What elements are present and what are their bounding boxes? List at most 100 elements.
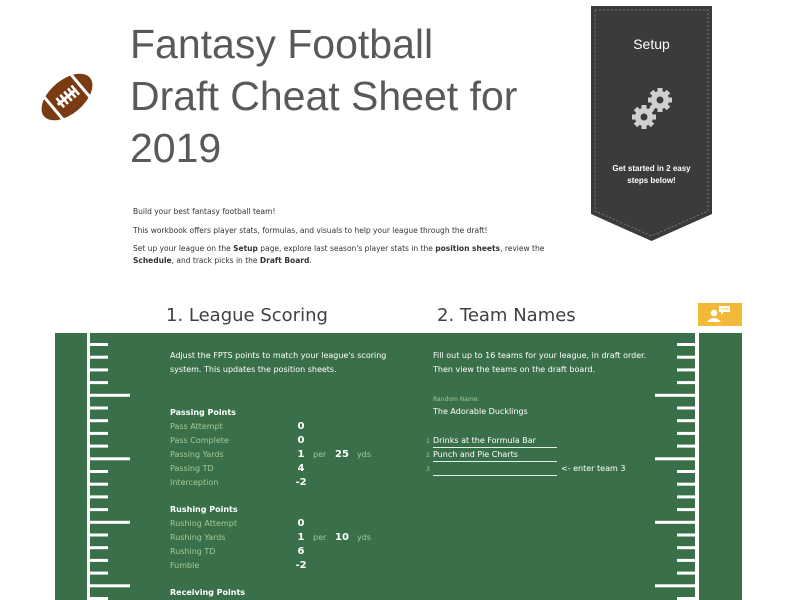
yard-tick bbox=[655, 520, 695, 524]
yard-tick bbox=[90, 343, 108, 346]
team-names-heading: 2. Team Names bbox=[437, 305, 576, 326]
banner-title: Setup bbox=[633, 36, 670, 52]
yard-tick bbox=[90, 419, 108, 423]
league-scoring-heading: 1. League Scoring bbox=[166, 305, 328, 326]
yard-tick bbox=[90, 470, 108, 473]
title-line: Fantasy Football bbox=[130, 21, 434, 67]
page-title: Fantasy Football Draft Cheat Sheet for 2… bbox=[130, 18, 517, 174]
text: , review the bbox=[500, 244, 545, 253]
yard-tick bbox=[90, 381, 108, 385]
yard-tick bbox=[655, 457, 695, 461]
enter-team-hint: <- enter team 3 bbox=[561, 464, 626, 473]
text: steps below! bbox=[627, 176, 676, 185]
yard-tick bbox=[90, 406, 108, 410]
scoring-value-input[interactable]: -2 bbox=[286, 560, 316, 571]
yard-tick bbox=[90, 520, 130, 524]
yard-tick bbox=[90, 482, 108, 486]
yard-tick bbox=[655, 393, 695, 397]
text: . bbox=[309, 256, 312, 265]
scoring-value-input[interactable]: 0 bbox=[286, 421, 316, 432]
yard-tick bbox=[90, 533, 108, 537]
per-label: per bbox=[313, 450, 327, 459]
scoring-value-input[interactable]: 0 bbox=[286, 435, 316, 446]
title-line: Draft Cheat Sheet for bbox=[130, 73, 518, 119]
text: Set up your league on the bbox=[133, 244, 234, 253]
text: Get started in 2 easy bbox=[612, 164, 691, 173]
yard-tick bbox=[90, 368, 108, 372]
yard-tick bbox=[90, 393, 130, 397]
yard-tick bbox=[677, 343, 695, 346]
yard-tick bbox=[90, 444, 108, 448]
scoring-value-input[interactable]: 6 bbox=[286, 546, 316, 557]
per-label: per bbox=[313, 533, 327, 542]
team-name-input[interactable]: Drinks at the Formula Bar bbox=[433, 434, 557, 448]
yard-tick bbox=[677, 431, 695, 435]
yard-tick bbox=[677, 495, 695, 499]
text: Fill out up to 16 teams for your league,… bbox=[433, 351, 647, 360]
schedule-text: Schedule bbox=[133, 256, 172, 265]
yard-tick bbox=[90, 508, 108, 512]
team-number: 3 bbox=[426, 466, 430, 473]
scoring-label: Rushing Yards bbox=[170, 533, 226, 542]
user-comment-icon bbox=[707, 306, 730, 322]
scoring-label: Pass Complete bbox=[170, 436, 229, 445]
yds-label: yds bbox=[357, 533, 371, 542]
text: Then view the teams on the draft board. bbox=[433, 365, 596, 374]
text: system. This updates the position sheets… bbox=[170, 365, 337, 374]
section-title: Passing Points bbox=[170, 408, 236, 417]
setup-link-text: Setup bbox=[233, 244, 258, 253]
yard-tick bbox=[90, 571, 108, 575]
yard-tick bbox=[677, 368, 695, 372]
yard-tick bbox=[90, 558, 108, 562]
scoring-value-input[interactable]: -2 bbox=[286, 477, 316, 488]
scoring-label: Rushing TD bbox=[170, 547, 216, 556]
per-yards-input[interactable]: 25 bbox=[327, 449, 357, 460]
intro-line: Build your best fantasy football team! bbox=[133, 207, 276, 216]
team-name-input[interactable]: Punch and Pie Charts bbox=[433, 448, 557, 462]
text: Adjust the FPTS points to match your lea… bbox=[170, 351, 387, 360]
sideline bbox=[87, 333, 90, 600]
sideline bbox=[695, 333, 698, 600]
yard-tick bbox=[677, 571, 695, 575]
team-number: 2 bbox=[426, 452, 430, 459]
scoring-value-input[interactable]: 4 bbox=[286, 463, 316, 474]
yard-tick bbox=[677, 482, 695, 486]
section-title: Receiving Points bbox=[170, 588, 246, 597]
yard-tick bbox=[677, 533, 695, 537]
yard-tick bbox=[655, 584, 695, 588]
per-yards-input[interactable]: 10 bbox=[327, 532, 357, 543]
scoring-label: Passing TD bbox=[170, 464, 214, 473]
team-number: 1 bbox=[426, 438, 430, 445]
yard-tick bbox=[677, 558, 695, 562]
section-title: Rushing Points bbox=[170, 505, 238, 514]
scoring-label: Passing Yards bbox=[170, 450, 224, 459]
yard-tick bbox=[677, 381, 695, 385]
scoring-label: Fumble bbox=[170, 561, 200, 570]
help-button[interactable] bbox=[698, 303, 742, 326]
scoring-value-input[interactable]: 0 bbox=[286, 518, 316, 529]
yard-tick bbox=[90, 495, 108, 499]
scoring-value-input[interactable]: 1 bbox=[286, 532, 316, 543]
text: page, explore last season's player stats… bbox=[257, 244, 436, 253]
scoring-label: Interception bbox=[170, 478, 219, 487]
gears-icon bbox=[632, 88, 672, 129]
draft-board-text: Draft Board bbox=[259, 256, 310, 265]
scoring-label: Rushing Attempt bbox=[170, 519, 237, 528]
football-icon bbox=[40, 70, 96, 126]
scoring-label: Pass Attempt bbox=[170, 422, 223, 431]
yds-label: yds bbox=[357, 450, 371, 459]
yard-tick bbox=[677, 406, 695, 410]
yard-tick bbox=[677, 419, 695, 423]
yard-tick bbox=[90, 431, 108, 435]
yard-tick bbox=[90, 355, 108, 359]
team-name-input[interactable] bbox=[433, 462, 557, 476]
yard-tick bbox=[677, 508, 695, 512]
scoring-value-input[interactable]: 1 bbox=[286, 449, 316, 460]
yard-tick bbox=[677, 444, 695, 448]
random-name-label: Random Name: bbox=[433, 396, 480, 403]
yard-tick bbox=[90, 546, 108, 550]
setup-banner[interactable]: Setup Get started in 2 easy steps below! bbox=[591, 6, 712, 241]
yard-tick bbox=[677, 546, 695, 550]
yard-tick bbox=[90, 584, 130, 588]
yard-tick bbox=[677, 355, 695, 359]
